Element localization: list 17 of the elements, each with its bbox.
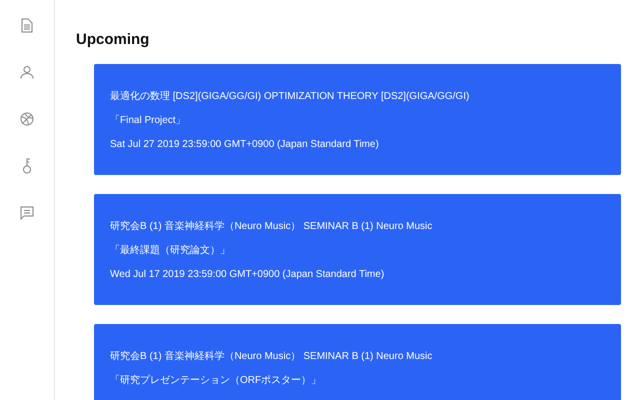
assignment-card[interactable]: 最適化の数理 [DS2](GIGA/GG/GI) OPTIMIZATION THEORY [DS2](GIGA/GG/GI) 「Final Project」 Sat Jul 27 2019 23:59:00 GMT+0900 (Japan Standard Time) [94, 64, 621, 175]
assignment-title: 「研究プレゼンテーション（ORFポスター）」 [110, 374, 322, 388]
section-heading: Upcoming [76, 31, 150, 48]
course-name: 最適化の数理 [DS2](GIGA/GG/GI) OPTIMIZATION THEORY [DS2](GIGA/GG/GI) [110, 90, 470, 104]
assignment-card[interactable]: 研究会B (1) 音楽神経科学（Neuro Music） SEMINAR B (1) Neuro Music 「研究プレゼンテーション（ORFポスター）」 [94, 324, 621, 400]
assignment-title: 「最終課題（研究論文）」 [110, 244, 231, 258]
person-icon [20, 65, 34, 79]
assignment-title: 「Final Project」 [110, 114, 187, 128]
assignment-card[interactable]: 研究会B (1) 音楽神経科学（Neuro Music） SEMINAR B (1) Neuro Music 「最終課題（研究論文）」 Wed Jul 17 2019 23:59:00 GMT+0900 (Japan Standard Time) [94, 194, 621, 305]
due-date: Wed Jul 17 2019 23:59:00 GMT+0900 (Japan Standard Time) [110, 268, 386, 282]
key-icon [22, 158, 32, 174]
document-icon [21, 18, 33, 32]
course-name: 研究会B (1) 音楽神経科学（Neuro Music） SEMINAR B (1) Neuro Music [110, 350, 434, 364]
chat-icon [20, 206, 34, 220]
due-date: Sat Jul 27 2019 23:59:00 GMT+0900 (Japan Standard Time) [110, 138, 380, 152]
ball-icon [20, 112, 34, 126]
course-name: 研究会B (1) 音楽神経科学（Neuro Music） SEMINAR B (1) Neuro Music [110, 220, 434, 234]
